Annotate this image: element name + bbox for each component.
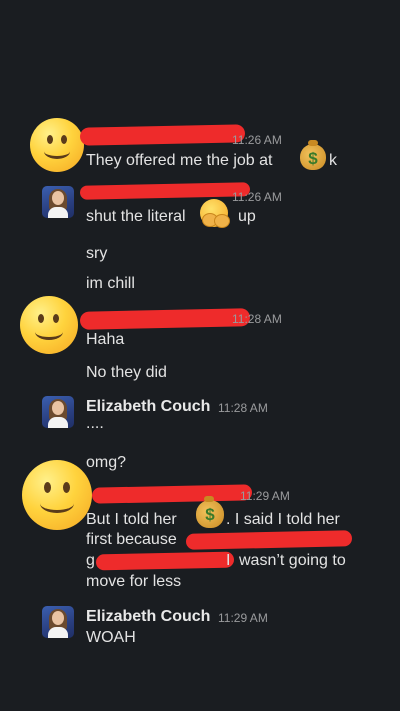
message-text: No they did <box>86 364 167 381</box>
message-text: They offered me the job at <box>86 152 273 169</box>
message-timestamp: 11:26 AM <box>232 133 282 147</box>
message-text: im chill <box>86 275 135 292</box>
hugging-face-icon <box>200 199 230 228</box>
message-text: omg? <box>86 454 127 471</box>
message-text: .... <box>86 415 104 432</box>
redaction-bar <box>95 551 235 571</box>
redaction-bar <box>185 530 353 550</box>
sender-name[interactable]: Elizabeth Couch <box>86 608 210 626</box>
redaction-bar <box>79 308 251 330</box>
message-text: move for less <box>86 573 182 590</box>
redaction-bar <box>79 182 251 200</box>
message-text: But I told her <box>86 511 177 528</box>
message-text: . I said I told her <box>226 511 340 528</box>
message-timestamp: 11:26 AM <box>232 190 282 204</box>
message-timestamp: 11:28 AM <box>218 401 268 415</box>
message-timestamp: 11:28 AM <box>232 312 282 326</box>
message-timestamp: 11:29 AM <box>240 489 290 503</box>
money-bag-icon: $ <box>300 140 326 170</box>
redaction-bar <box>91 484 253 504</box>
smiley-face-icon <box>30 118 84 172</box>
redaction-bar <box>79 124 246 146</box>
avatar[interactable] <box>42 186 74 218</box>
message-text: up <box>238 208 256 225</box>
message-text: Haha <box>86 331 125 348</box>
money-bag-icon: $ <box>196 496 224 528</box>
message-text: g <box>86 552 95 569</box>
message-text: wasn’t going to <box>239 552 346 569</box>
avatar[interactable] <box>42 606 74 638</box>
smiley-face-icon <box>22 460 92 530</box>
message-text: sry <box>86 245 108 262</box>
smiley-face-icon <box>20 296 78 354</box>
message-timestamp: 11:29 AM <box>218 611 268 625</box>
avatar[interactable] <box>42 396 74 428</box>
message-text: first because <box>86 531 177 548</box>
sender-name[interactable]: Elizabeth Couch <box>86 398 210 416</box>
message-text: shut the literal <box>86 208 186 225</box>
message-text: k <box>329 152 337 169</box>
message-text: WOAH <box>86 629 136 646</box>
message-text: I <box>226 552 231 569</box>
